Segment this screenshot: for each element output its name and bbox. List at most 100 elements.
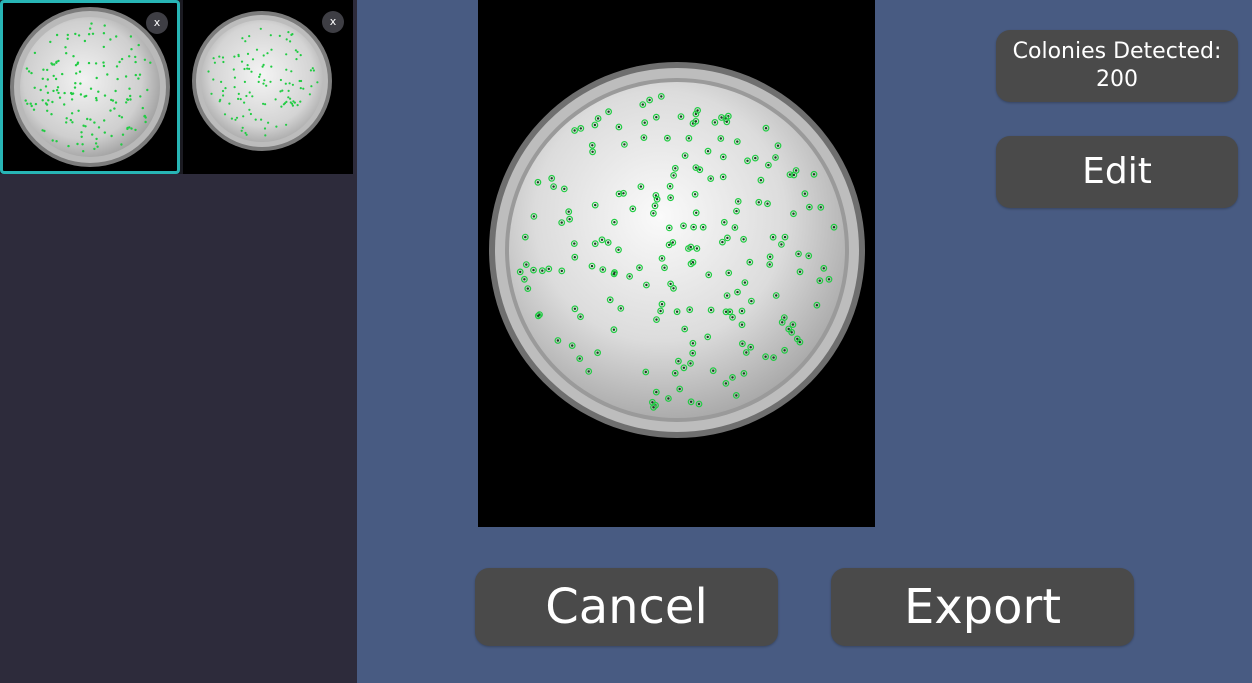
colony-marker — [556, 339, 560, 342]
colony-marker — [652, 406, 655, 409]
colony-marker — [669, 282, 672, 286]
colony-marker — [81, 143, 84, 146]
colony-marker — [109, 109, 112, 112]
colony-marker — [251, 58, 255, 61]
colony-marker — [65, 117, 68, 120]
colony-marker — [221, 89, 225, 93]
colony-marker — [579, 127, 582, 130]
colony-marker — [207, 70, 210, 73]
colony-marker — [67, 144, 70, 148]
colony-marker — [55, 89, 59, 92]
colony-marker — [61, 72, 64, 76]
colony-marker — [660, 257, 664, 260]
remove-thumbnail-2-button[interactable]: x — [322, 11, 344, 33]
colony-marker — [149, 61, 152, 64]
colony-marker — [265, 84, 268, 87]
colony-marker — [134, 73, 137, 77]
petri-dish-preview — [478, 0, 875, 527]
colony-marker — [55, 33, 59, 37]
image-sidebar: x x — [0, 0, 357, 683]
colony-marker — [525, 263, 528, 266]
colony-marker — [233, 55, 236, 58]
cancel-button[interactable]: Cancel — [475, 568, 778, 646]
export-button[interactable]: Export — [831, 568, 1134, 646]
colony-marker — [52, 74, 55, 78]
colony-marker — [295, 58, 298, 61]
colony-marker — [719, 137, 722, 140]
colony-marker — [759, 179, 763, 182]
colony-marker — [791, 323, 795, 326]
colony-marker — [675, 310, 679, 313]
colony-marker — [296, 104, 299, 107]
colony-marker — [652, 212, 655, 215]
colony-marker — [746, 159, 749, 162]
colony-marker — [289, 97, 292, 100]
colony-marker — [57, 91, 60, 95]
colony-marker — [645, 283, 648, 287]
colony-marker — [731, 316, 734, 319]
colony-marker — [736, 290, 739, 294]
colony-marker — [560, 269, 563, 273]
colony-marker — [95, 76, 98, 80]
colony-marker — [768, 255, 772, 258]
colony-marker — [250, 70, 253, 73]
colony-marker — [725, 294, 729, 297]
colony-marker — [95, 99, 98, 102]
colony-marker — [126, 98, 129, 101]
colony-marker — [115, 65, 119, 68]
colony-marker — [669, 196, 672, 199]
colony-marker — [622, 192, 625, 195]
colony-marker — [687, 137, 691, 140]
colony-marker — [118, 114, 121, 118]
colony-marker — [70, 92, 74, 96]
colony-marker — [74, 64, 78, 67]
colony-marker — [783, 349, 786, 352]
colony-marker — [832, 226, 836, 229]
colony-marker — [32, 108, 36, 111]
colony-marker — [287, 30, 290, 34]
colony-marker — [83, 95, 86, 98]
colony-marker — [743, 281, 747, 284]
colony-marker — [764, 355, 767, 358]
colony-marker — [110, 98, 113, 102]
colony-marker — [128, 87, 131, 90]
colony-marker — [721, 240, 724, 244]
colony-marker — [102, 64, 106, 68]
thumbnail-1-selected[interactable]: x — [0, 0, 180, 174]
colony-marker — [741, 342, 744, 345]
colony-marker — [56, 86, 60, 89]
colony-marker — [736, 140, 739, 143]
colony-marker — [46, 78, 49, 81]
colony-marker — [663, 266, 666, 269]
colony-marker — [702, 226, 705, 229]
colony-marker — [668, 185, 672, 188]
colony-marker — [733, 226, 737, 229]
colony-marker — [96, 145, 99, 148]
colony-marker — [726, 236, 729, 240]
remove-thumbnail-1-button[interactable]: x — [146, 12, 168, 34]
colony-marker — [51, 100, 54, 104]
colony-marker — [648, 98, 651, 102]
colony-marker — [210, 92, 213, 95]
colony-marker — [709, 308, 713, 312]
colony-marker — [638, 266, 641, 269]
edit-button[interactable]: Edit — [996, 136, 1238, 208]
colony-marker — [73, 86, 77, 89]
colony-marker — [248, 35, 251, 38]
colony-marker — [33, 51, 37, 55]
colony-marker — [102, 45, 106, 49]
colony-marker — [243, 80, 246, 83]
colony-marker — [243, 101, 246, 104]
colony-marker — [316, 81, 319, 84]
colony-marker — [141, 106, 144, 110]
thumbnail-2[interactable]: x — [183, 0, 353, 174]
colony-marker — [249, 112, 252, 116]
colony-marker — [246, 64, 249, 67]
colony-marker — [659, 309, 662, 313]
colony-marker — [771, 236, 775, 239]
colony-marker — [691, 342, 695, 345]
colony-marker — [749, 346, 752, 349]
colony-marker — [587, 370, 590, 373]
colony-marker — [299, 100, 302, 103]
colony-marker — [573, 307, 577, 310]
